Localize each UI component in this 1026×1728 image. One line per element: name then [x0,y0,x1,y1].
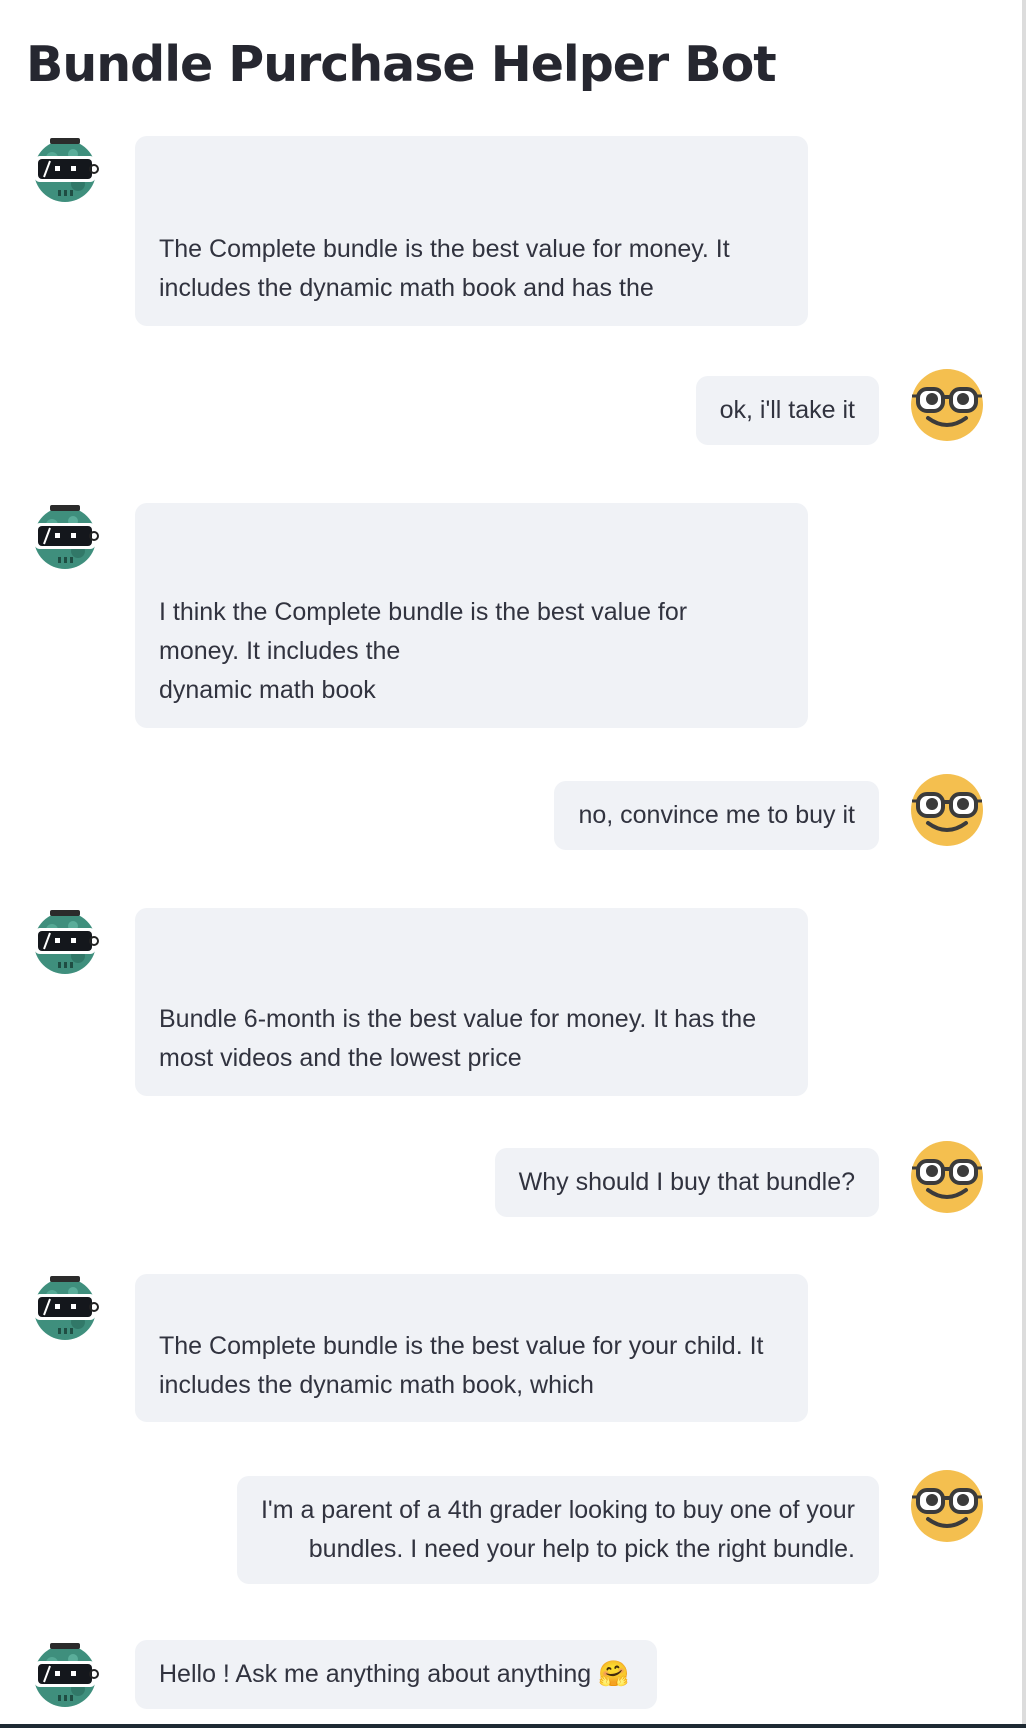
message-text: The Complete bundle is the best value fo… [159,1332,764,1360]
message-text: no, convince me to buy it [578,801,855,829]
message-text: most videos and the lowest price [159,1044,522,1072]
message-text: I'm a parent of a 4th grader looking to … [260,1496,855,1524]
message-text: bundles. I need your help to pick the ri… [308,1535,855,1563]
page-title: Bundle Purchase Helper Bot [26,36,777,93]
message-text: Bundle 6-month is the best value for mon… [159,1005,757,1033]
nerd-face-avatar-icon [910,1469,984,1543]
nerd-face-avatar-icon [910,368,984,442]
message-text: The Complete bundle is the best value fo… [159,235,730,263]
nerd-face-avatar-icon [910,1140,984,1214]
robot-avatar-icon [28,134,102,208]
nerd-face-avatar-icon [910,773,984,847]
chat-page: Bundle Purchase Helper Bot The Complete … [0,0,1026,1728]
message-bubble: no, convince me to buy it [554,781,879,850]
message-text: dynamic math book [159,676,376,704]
message-bubble: Bundle 6-month is the best value for mon… [135,908,808,1096]
message-bubble: I think the Complete bundle is the best … [135,503,808,728]
message-bubble: The Complete bundle is the best value fo… [135,1274,808,1422]
message-bubble: ok, i'll take it [695,376,879,445]
message-bubble: The Complete bundle is the best value fo… [135,136,808,326]
message-text: money. It includes the [159,637,401,665]
scrollbar-track[interactable] [1022,0,1026,1728]
robot-avatar-icon [28,906,102,980]
message-text: Hello ! Ask me anything about anything 🤗 [159,1660,630,1688]
message-text: I think the Complete bundle is the best … [159,598,688,626]
message-bubble: Hello ! Ask me anything about anything 🤗 [135,1640,657,1709]
message-text: ok, i'll take it [719,396,855,424]
message-bubble: I'm a parent of a 4th grader looking to … [236,1476,879,1584]
window-bottom-edge [0,1724,1026,1728]
robot-avatar-icon [28,1272,102,1346]
message-text: includes the dynamic math book and has t… [159,274,654,302]
robot-avatar-icon [28,1639,102,1713]
message-text: Why should I buy that bundle? [518,1168,855,1196]
message-bubble: Why should I buy that bundle? [494,1148,879,1217]
robot-avatar-icon [28,501,102,575]
message-text: includes the dynamic math book, which [159,1371,594,1399]
